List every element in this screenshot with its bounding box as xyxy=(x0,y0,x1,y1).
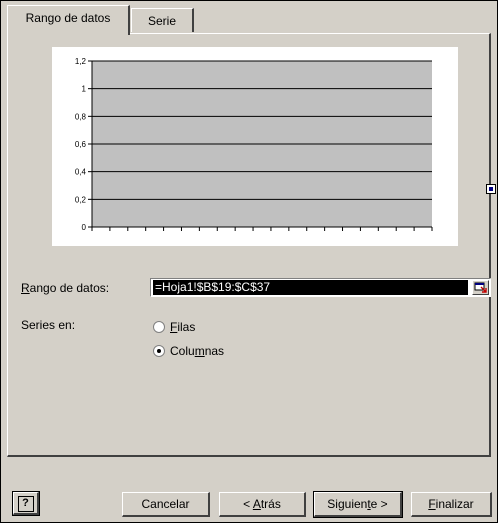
cancel-button[interactable]: Cancelar xyxy=(122,492,210,517)
chart-preview: 1,2 1 0,8 0,6 0,4 0,2 0 xyxy=(52,47,496,246)
tab-data-range[interactable]: Rango de datos xyxy=(7,5,130,35)
data-range-value[interactable]: =Hoja1!$B$19:$C$37 xyxy=(153,280,468,295)
y-tick-label: 0 xyxy=(82,223,87,232)
y-tick-label: 1 xyxy=(82,85,87,94)
tab-data-range-label: Rango de datos xyxy=(25,11,111,25)
tab-series[interactable]: Serie xyxy=(131,8,194,32)
series-rows-option[interactable]: Filas xyxy=(153,319,195,335)
y-tick-label: 0,6 xyxy=(75,140,87,149)
series-in-label: Series en: xyxy=(21,318,76,332)
y-tick-label: 1,2 xyxy=(75,57,87,66)
chart-wizard-dialog: Rango de datos Serie 1,2 1 0,8 0,6 0,4 0,2 0 R… xyxy=(0,0,498,523)
data-range-input[interactable]: =Hoja1!$B$19:$C$37 xyxy=(150,278,491,297)
help-icon: ? xyxy=(17,496,34,512)
series-marker-icon xyxy=(486,184,496,194)
y-tick-label: 0,4 xyxy=(75,168,87,177)
next-button[interactable]: Siguiente > xyxy=(313,491,403,518)
y-tick-label: 0,8 xyxy=(75,112,87,121)
data-range-label: Rango de datos: xyxy=(21,281,110,295)
help-button[interactable]: ? xyxy=(12,491,40,516)
series-rows-radio[interactable] xyxy=(153,321,165,333)
y-tick-label: 0,2 xyxy=(75,195,87,204)
collapse-dialog-icon[interactable] xyxy=(472,280,489,295)
back-button[interactable]: < Atrás xyxy=(219,492,306,517)
finish-button[interactable]: Finalizar xyxy=(411,492,492,517)
tab-series-label: Serie xyxy=(147,14,176,28)
series-columns-option[interactable]: Columnas xyxy=(153,343,224,359)
chart-preview-svg: 1,2 1 0,8 0,6 0,4 0,2 0 xyxy=(75,57,433,232)
series-columns-label: Columnas xyxy=(170,344,225,358)
series-columns-radio[interactable] xyxy=(153,345,165,357)
series-rows-label: Filas xyxy=(170,320,196,334)
